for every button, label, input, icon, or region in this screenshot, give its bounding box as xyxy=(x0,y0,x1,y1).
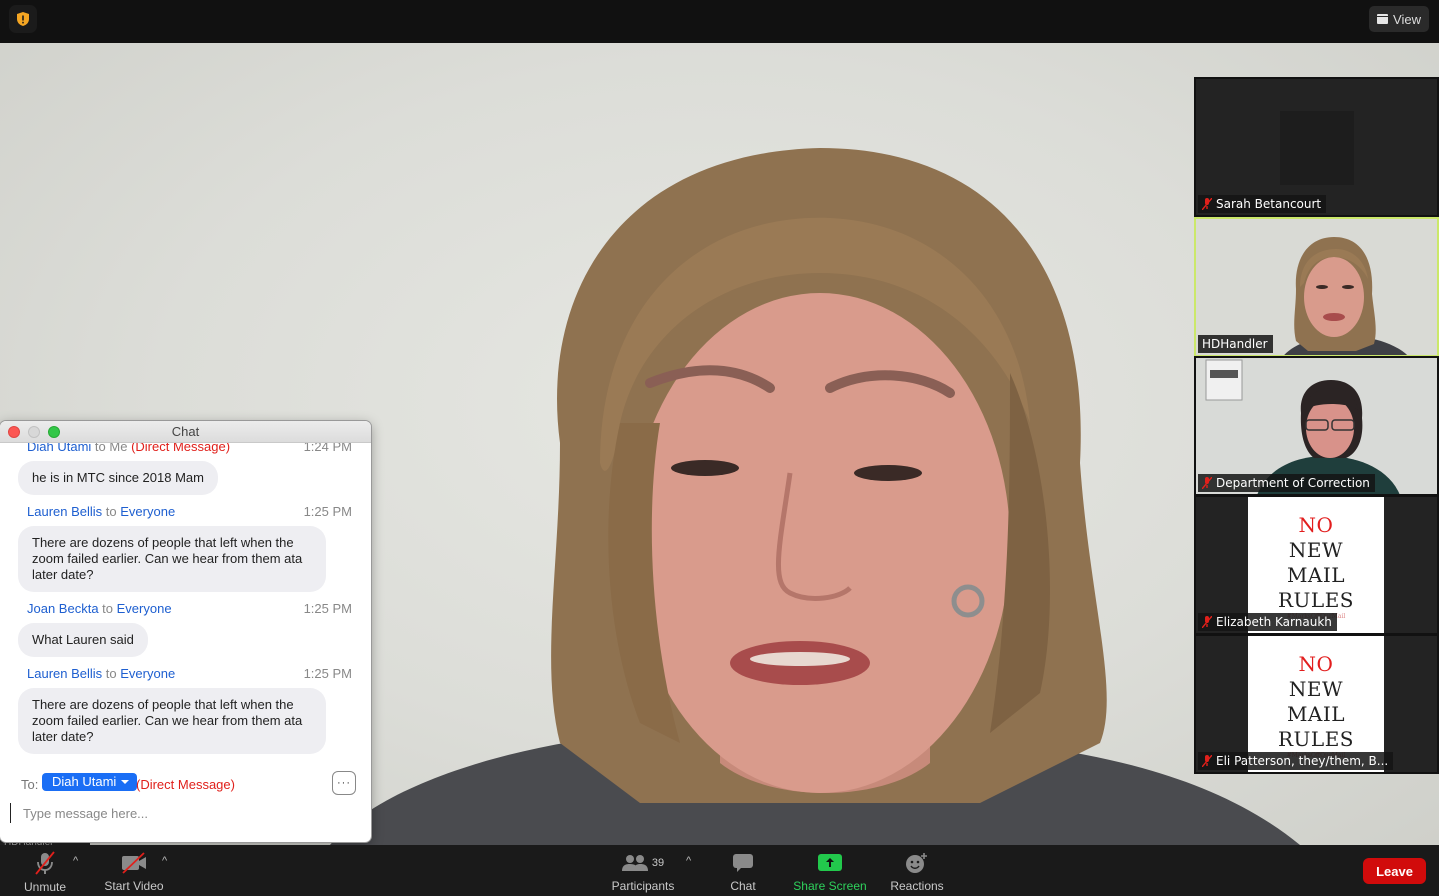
arrow-up-icon xyxy=(826,858,834,867)
minimize-window-button[interactable] xyxy=(28,426,40,438)
chat-message: Lauren Bellis to Everyone 1:25 PM There … xyxy=(0,666,371,754)
avatar-placeholder xyxy=(1280,111,1354,185)
more-options-button[interactable]: ··· xyxy=(332,771,356,795)
participants-options-caret[interactable]: ^ xyxy=(686,855,691,867)
share-screen-icon xyxy=(818,854,842,871)
message-bubble: There are dozens of people that left whe… xyxy=(18,526,326,592)
participant-name-label: Department of Correction xyxy=(1198,474,1375,492)
message-header: Joan Beckta to Everyone 1:25 PM xyxy=(27,601,352,616)
reactions-button[interactable]: Reactions xyxy=(887,851,947,893)
leave-meeting-button[interactable]: Leave xyxy=(1363,858,1426,884)
message-header: Lauren Bellis to Everyone 1:25 PM xyxy=(27,666,352,681)
share-screen-button[interactable]: Share Screen xyxy=(790,851,870,893)
reactions-icon xyxy=(906,852,927,873)
sender-name[interactable]: Lauren Bellis xyxy=(27,666,102,681)
sender-name[interactable]: Joan Beckta xyxy=(27,601,99,616)
chat-message-input[interactable] xyxy=(10,803,360,823)
participant-tile[interactable]: Department of Correction xyxy=(1194,356,1439,496)
participant-name-label: Elizabeth Karnaukh xyxy=(1198,613,1337,631)
participant-count: 39 xyxy=(651,856,665,869)
message-bubble: There are dozens of people that left whe… xyxy=(18,688,326,754)
message-time: 1:24 PM xyxy=(303,443,352,454)
security-button[interactable] xyxy=(9,5,37,33)
participant-tile[interactable]: HDHandler xyxy=(1194,217,1439,357)
dm-tag: (Direct Message) xyxy=(136,777,235,792)
view-button[interactable]: View xyxy=(1369,6,1429,32)
chat-bubble-icon xyxy=(733,853,753,872)
participant-tile[interactable]: Sarah Betancourt xyxy=(1194,77,1439,217)
dm-tag: (Direct Message) xyxy=(131,443,231,454)
chat-message: Joan Beckta to Everyone 1:25 PM What Lau… xyxy=(0,601,371,657)
participant-name-label: HDHandler xyxy=(1198,335,1273,353)
participant-tile[interactable]: NO NEW MAIL RULES #MarksOffOurMail Eli P… xyxy=(1194,634,1439,774)
message-header: Diah Utami to Me (Direct Message) 1:24 P… xyxy=(0,443,371,457)
unmute-button[interactable]: Unmute xyxy=(22,851,68,894)
audio-options-caret[interactable]: ^ xyxy=(73,855,78,867)
message-time: 1:25 PM xyxy=(303,504,352,519)
start-video-button[interactable]: Start Video xyxy=(100,851,168,893)
participant-name-label: Sarah Betancourt xyxy=(1198,195,1327,213)
chat-message: Lauren Bellis to Everyone 1:25 PM There … xyxy=(0,504,371,592)
chat-button[interactable]: Chat xyxy=(723,851,763,893)
chat-titlebar[interactable]: Chat xyxy=(0,421,371,443)
participant-tile[interactable]: NO NEW MAIL RULES #MarksOffOurMail Eliza… xyxy=(1194,495,1439,635)
zoom-window-button[interactable] xyxy=(48,426,60,438)
message-header: Lauren Bellis to Everyone 1:25 PM xyxy=(27,504,352,519)
muted-mic-icon xyxy=(1202,755,1212,767)
video-off-icon xyxy=(122,851,146,874)
sender-name[interactable]: Lauren Bellis xyxy=(27,504,102,519)
view-label: View xyxy=(1393,11,1421,27)
meeting-toolbar: Unmute ^ Start Video ^ 39 Participants ^ xyxy=(0,845,1439,896)
gallery-view-icon xyxy=(1377,14,1389,24)
muted-mic-icon xyxy=(1202,198,1212,210)
muted-mic-icon xyxy=(1202,616,1212,628)
sender-name[interactable]: Diah Utami xyxy=(27,443,91,454)
message-bubble: he is in MTC since 2018 Mam xyxy=(18,461,218,495)
participant-name-label: Eli Patterson, they/them, B... xyxy=(1198,752,1394,770)
chat-title: Chat xyxy=(171,424,200,439)
video-options-caret[interactable]: ^ xyxy=(162,855,167,867)
close-window-button[interactable] xyxy=(8,426,20,438)
muted-mic-icon xyxy=(35,851,55,875)
muted-mic-icon xyxy=(1202,477,1212,489)
chat-window: Chat Diah Utami to Me (Direct Message) 1… xyxy=(0,421,371,842)
participants-icon xyxy=(621,854,648,871)
chat-message-list[interactable]: Diah Utami to Me (Direct Message) 1:24 P… xyxy=(0,443,371,765)
recipient-dropdown[interactable]: Diah Utami xyxy=(42,773,138,791)
chevron-down-icon xyxy=(121,780,130,784)
top-bar: View xyxy=(0,0,1439,43)
shield-warning-icon xyxy=(17,12,29,26)
chat-message: Diah Utami to Me (Direct Message) 1:24 P… xyxy=(0,443,371,495)
to-label: To: xyxy=(21,777,39,792)
message-bubble: What Lauren said xyxy=(18,623,148,657)
participants-button[interactable]: 39 Participants xyxy=(608,851,678,893)
message-time: 1:25 PM xyxy=(303,601,352,616)
chat-recipient-row: To: Diah Utami (Direct Message) xyxy=(0,773,371,797)
message-time: 1:25 PM xyxy=(303,666,352,681)
